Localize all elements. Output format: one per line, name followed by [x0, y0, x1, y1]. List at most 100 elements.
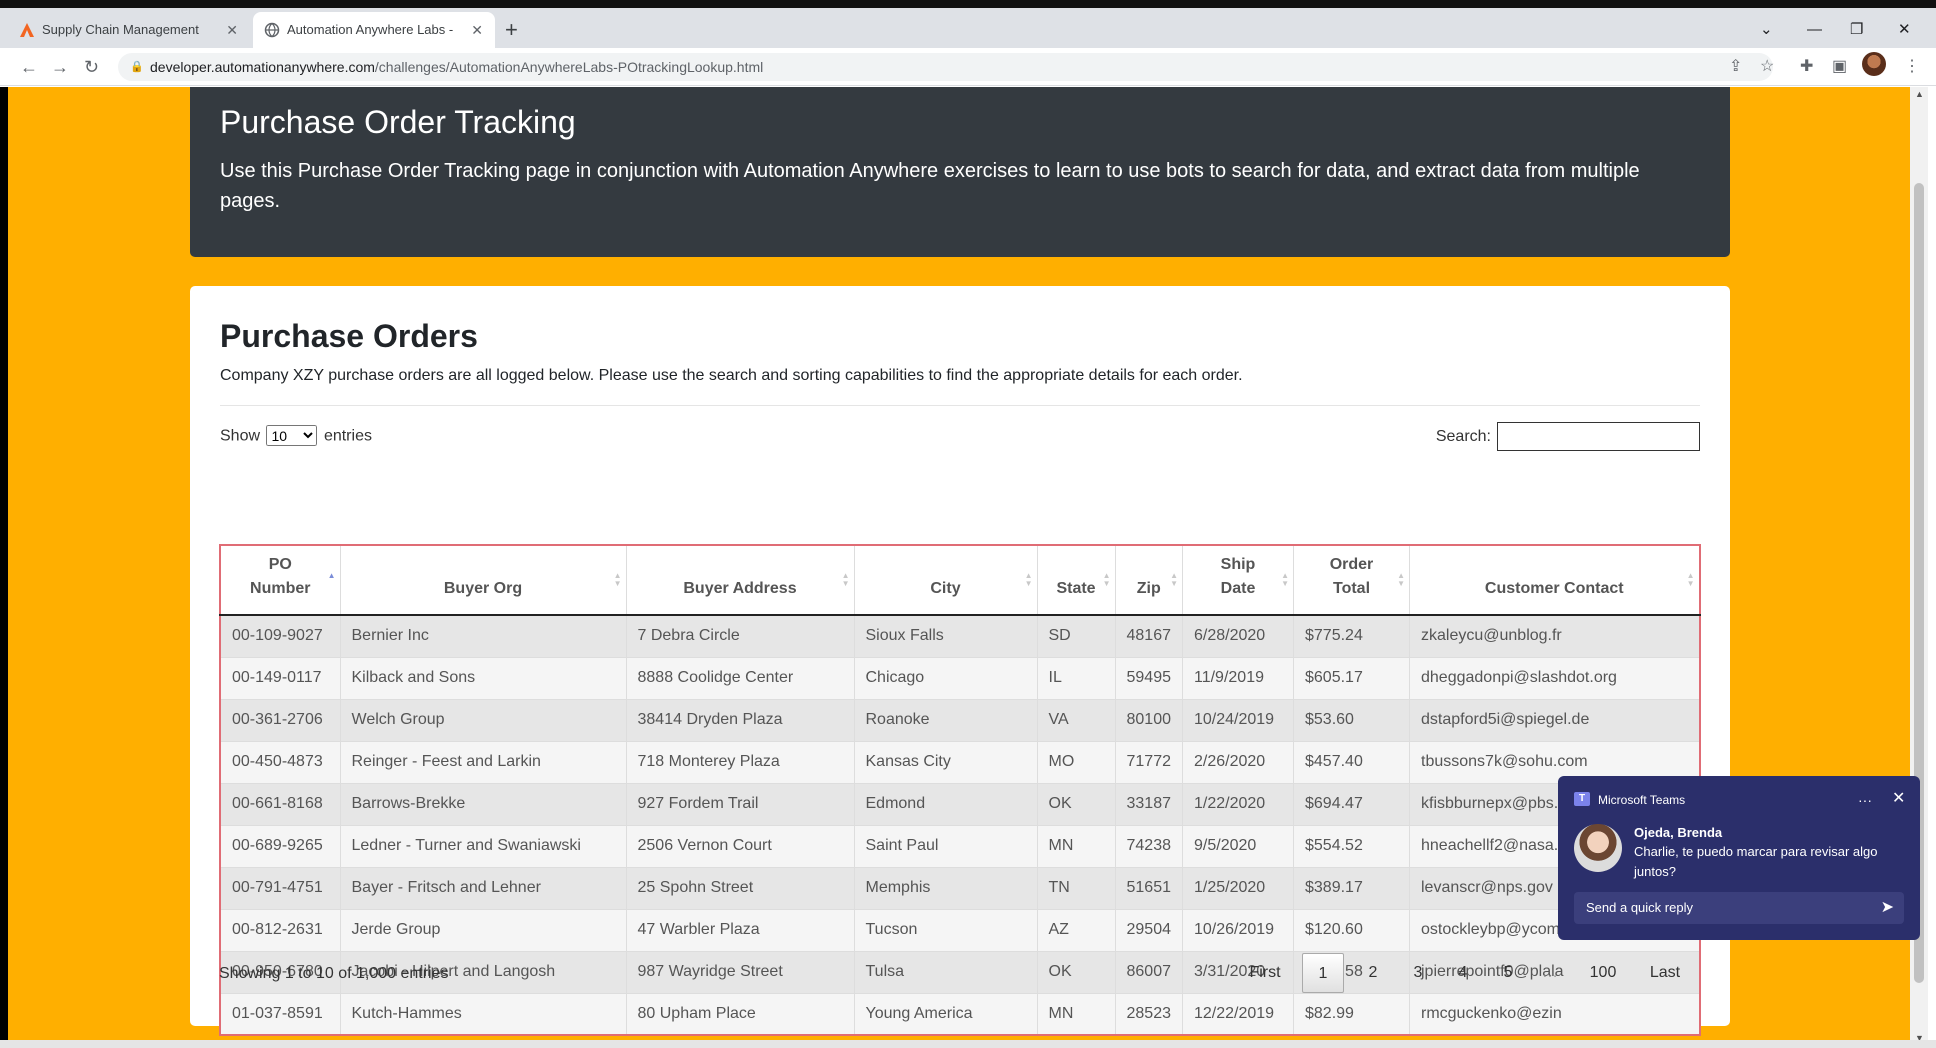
- menu-kebab-icon[interactable]: ⋮: [1904, 58, 1920, 76]
- cell-customer-contact: dstapford5i@spiegel.de: [1409, 698, 1700, 742]
- address-bar: ← → ↻ 🔒 developer.automationanywhere.com…: [0, 48, 1936, 86]
- forward-icon[interactable]: →: [51, 52, 69, 82]
- cell-customer-contact: zkaleycu@unblog.fr: [1409, 614, 1700, 658]
- col-state[interactable]: State ▲ ▼: [1036, 544, 1116, 616]
- back-icon[interactable]: ←: [20, 52, 38, 82]
- table-row[interactable]: 00-361-2706 Welch Group 38414 Dryden Plaza…: [219, 698, 1700, 742]
- header-label-line2: Date: [1220, 580, 1256, 597]
- cell-po-number: 00-689-9265: [219, 824, 341, 868]
- col-po-number[interactable]: PO Number ▲: [219, 544, 341, 616]
- page-last[interactable]: Last: [1642, 953, 1688, 993]
- cell-order-total: $554.52: [1293, 824, 1410, 868]
- sort-asc-icon: ▲: [327, 571, 336, 580]
- reload-icon[interactable]: ↻: [84, 52, 99, 82]
- url-bar[interactable]: 🔒 developer.automationanywhere.com/chall…: [118, 53, 1773, 81]
- sort-icon: ▲ ▼: [1686, 571, 1695, 588]
- cell-zip: 86007: [1114, 950, 1183, 994]
- table-row[interactable]: 00-689-9265 Ledner - Turner and Swaniawsk…: [219, 824, 1700, 868]
- tab-title: Automation Anywhere Labs - PO: [287, 22, 457, 37]
- cell-buyer-address: 2506 Vernon Court: [625, 824, 855, 868]
- page-length-control: Show 10 entries: [220, 425, 372, 447]
- profile-avatar[interactable]: [1862, 52, 1886, 76]
- table-row[interactable]: 00-791-4751 Bayer - Fritsch and Lehner 25 …: [219, 866, 1700, 910]
- cell-po-number: 00-149-0117: [219, 656, 341, 700]
- more-options-icon[interactable]: ···: [1858, 792, 1872, 808]
- cell-order-total: $457.40: [1293, 740, 1410, 784]
- col-city[interactable]: City ▲ ▼: [853, 544, 1038, 616]
- header-label: Customer Contact: [1484, 580, 1624, 597]
- page-2[interactable]: 2: [1358, 953, 1388, 993]
- close-icon[interactable]: ✕: [1892, 788, 1905, 808]
- cell-po-number: 00-109-9027: [219, 614, 341, 658]
- cell-buyer-address: 25 Spohn Street: [625, 866, 855, 910]
- tab-automation-labs[interactable]: Automation Anywhere Labs - PO ✕: [253, 12, 495, 48]
- show-label: Show: [220, 427, 261, 445]
- share-icon[interactable]: ⇪: [1729, 58, 1742, 76]
- cell-city: Tulsa: [853, 950, 1038, 994]
- cell-order-total: $694.47: [1293, 782, 1410, 826]
- close-icon[interactable]: ✕: [226, 12, 238, 48]
- table-row[interactable]: 00-109-9027 Bernier Inc 7 Debra Circle Siou…: [219, 614, 1700, 658]
- extensions-icon[interactable]: ✚: [1800, 58, 1813, 76]
- table-row[interactable]: 01-037-8591 Kutch-Hammes 80 Upham Place You…: [219, 992, 1700, 1036]
- minimize-icon[interactable]: —: [1807, 16, 1822, 44]
- window-edge: [1928, 87, 1936, 1048]
- cell-state: TN: [1036, 866, 1116, 910]
- page-4[interactable]: 4: [1448, 953, 1478, 993]
- search-input[interactable]: [1497, 422, 1700, 451]
- hero-banner: Purchase Order Tracking Use this Purchas…: [190, 87, 1730, 257]
- page-first[interactable]: First: [1238, 953, 1292, 993]
- sort-icon: ▲ ▼: [841, 571, 850, 588]
- header-label: Buyer Org: [443, 580, 523, 597]
- bookmark-star-icon[interactable]: ☆: [1760, 58, 1774, 76]
- sort-icon: ▲ ▼: [1024, 571, 1033, 588]
- cell-buyer-address: 38414 Dryden Plaza: [625, 698, 855, 742]
- hero-description: Use this Purchase Order Tracking page in…: [220, 160, 1640, 212]
- table-row[interactable]: 00-661-8168 Barrows-Brekke 927 Fordem Trai…: [219, 782, 1700, 826]
- sort-icon: ▲ ▼: [1170, 571, 1178, 588]
- side-panel-icon[interactable]: ▣: [1832, 58, 1847, 76]
- col-buyer-org[interactable]: Buyer Org ▲ ▼: [339, 544, 627, 616]
- col-zip[interactable]: Zip ▲ ▼: [1114, 544, 1183, 616]
- cell-state: VA: [1036, 698, 1116, 742]
- table-row[interactable]: 00-812-2631 Jerde Group 47 Warbler Plaza Tu…: [219, 908, 1700, 952]
- toast-app-name: Microsoft Teams: [1598, 793, 1686, 807]
- col-order-total[interactable]: Order Total ▲ ▼: [1293, 544, 1410, 616]
- cell-customer-contact: dheggadonpi@slashdot.org: [1409, 656, 1700, 700]
- cell-order-total: $120.60: [1293, 908, 1410, 952]
- page-100[interactable]: 100: [1583, 953, 1623, 993]
- send-icon[interactable]: ➤: [1881, 892, 1894, 924]
- teams-notification[interactable]: T Microsoft Teams ··· ✕ Ojeda, Brenda Cha…: [1558, 776, 1920, 940]
- cell-po-number: 01-037-8591: [219, 992, 341, 1036]
- new-tab-icon[interactable]: +: [505, 18, 518, 42]
- col-buyer-address[interactable]: Buyer Address ▲ ▼: [625, 544, 855, 616]
- card-description: Company XZY purchase orders are all logg…: [220, 367, 1243, 384]
- tab-bar: Supply Chain Management ✕ Automation Any…: [0, 8, 1936, 48]
- page-length-select[interactable]: 10: [266, 425, 318, 446]
- cell-zip: 48167: [1114, 614, 1183, 658]
- restore-icon[interactable]: ❐: [1850, 16, 1863, 44]
- tab-search-icon[interactable]: ⌄: [1760, 16, 1773, 44]
- globe-icon: [264, 22, 280, 38]
- cell-order-total: $82.99: [1293, 992, 1410, 1036]
- cell-zip: 33187: [1114, 782, 1183, 826]
- window-frame: [0, 0, 1936, 8]
- table-row[interactable]: 00-149-0117 Kilback and Sons 8888 Coolidge…: [219, 656, 1700, 700]
- page-3[interactable]: 3: [1403, 953, 1433, 993]
- window-close-icon[interactable]: ✕: [1898, 16, 1911, 44]
- cell-po-number: 00-661-8168: [219, 782, 341, 826]
- close-icon[interactable]: ✕: [471, 12, 483, 48]
- scroll-up-icon[interactable]: ▲: [1915, 89, 1924, 99]
- page-5[interactable]: 5: [1493, 953, 1523, 993]
- table-row[interactable]: 00-450-4873 Reinger - Feest and Larkin 718…: [219, 740, 1700, 784]
- quick-reply-input[interactable]: Send a quick reply ➤: [1574, 892, 1904, 924]
- col-ship-date[interactable]: Ship Date ▲ ▼: [1182, 544, 1294, 616]
- page-1[interactable]: 1: [1302, 953, 1344, 993]
- cell-state: MN: [1036, 992, 1116, 1036]
- message-text: Charlie, te puedo marcar para revisar al…: [1634, 844, 1878, 879]
- cell-buyer-address: 8888 Coolidge Center: [625, 656, 855, 700]
- cell-zip: 71772: [1114, 740, 1183, 784]
- cell-ship-date: 1/22/2020: [1182, 782, 1294, 826]
- tab-supply-chain[interactable]: Supply Chain Management ✕: [8, 12, 250, 48]
- col-customer-contact[interactable]: Customer Contact ▲ ▼: [1409, 544, 1700, 616]
